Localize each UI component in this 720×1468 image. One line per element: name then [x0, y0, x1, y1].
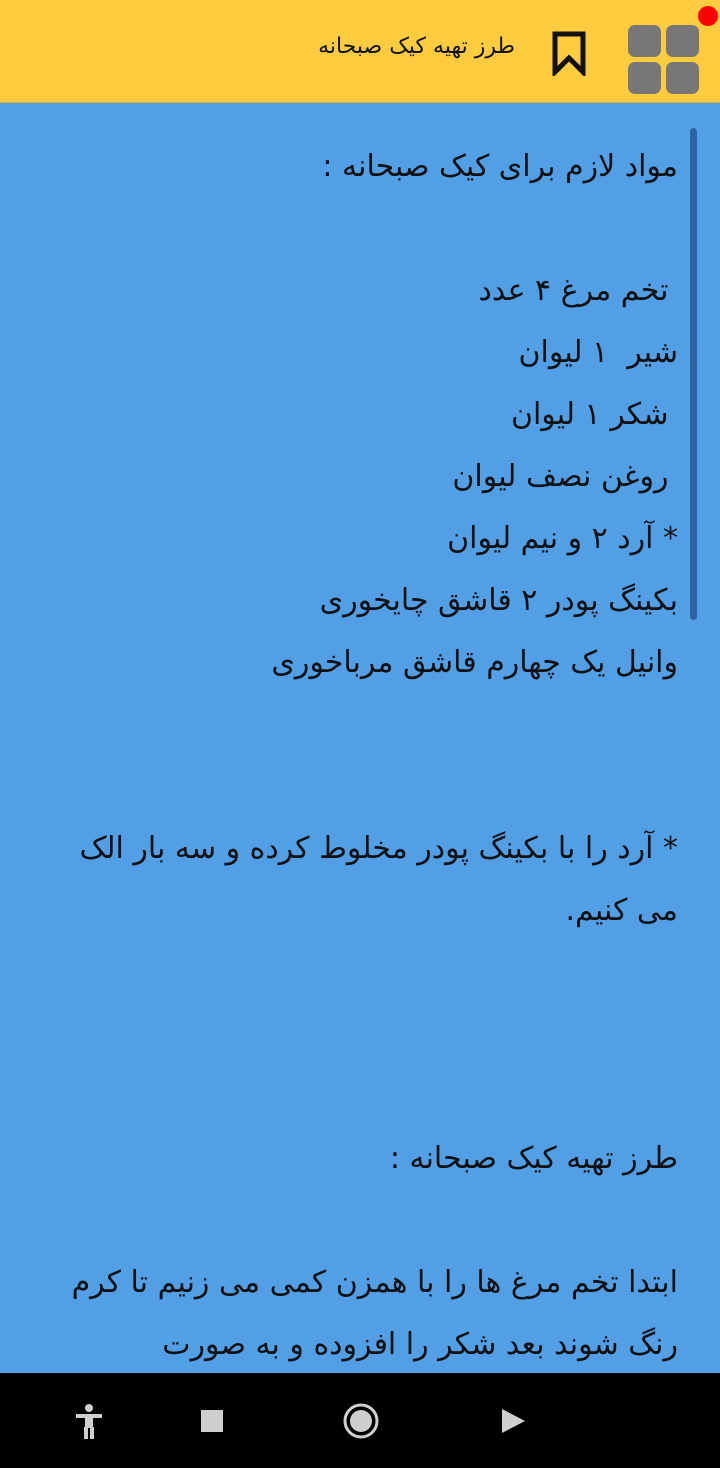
bookmark-icon: [552, 31, 586, 79]
home-button[interactable]: [341, 1401, 381, 1441]
back-icon: [502, 1409, 525, 1433]
bookmark-button[interactable]: [546, 30, 592, 79]
recipe-text: مواد لازم برای کیک صبحانه : تخم مرغ ۴ عد…: [71, 149, 678, 1362]
back-button[interactable]: [493, 1401, 533, 1441]
notification-dot: [698, 6, 718, 26]
page-title: طرز تهیه کیک صبحانه: [318, 34, 515, 59]
recents-icon: [201, 1410, 223, 1432]
accessibility-button[interactable]: [69, 1401, 109, 1441]
grid-menu-button[interactable]: [626, 22, 702, 94]
recents-button[interactable]: [192, 1401, 232, 1441]
accessibility-icon: [76, 1404, 102, 1439]
system-nav-bar: [0, 1373, 720, 1468]
scrollbar-thumb[interactable]: [690, 128, 697, 620]
home-icon: [343, 1403, 379, 1439]
recipe-content[interactable]: مواد لازم برای کیک صبحانه : تخم مرغ ۴ عد…: [0, 103, 720, 1373]
app-bar: طرز تهیه کیک صبحانه: [0, 0, 720, 103]
